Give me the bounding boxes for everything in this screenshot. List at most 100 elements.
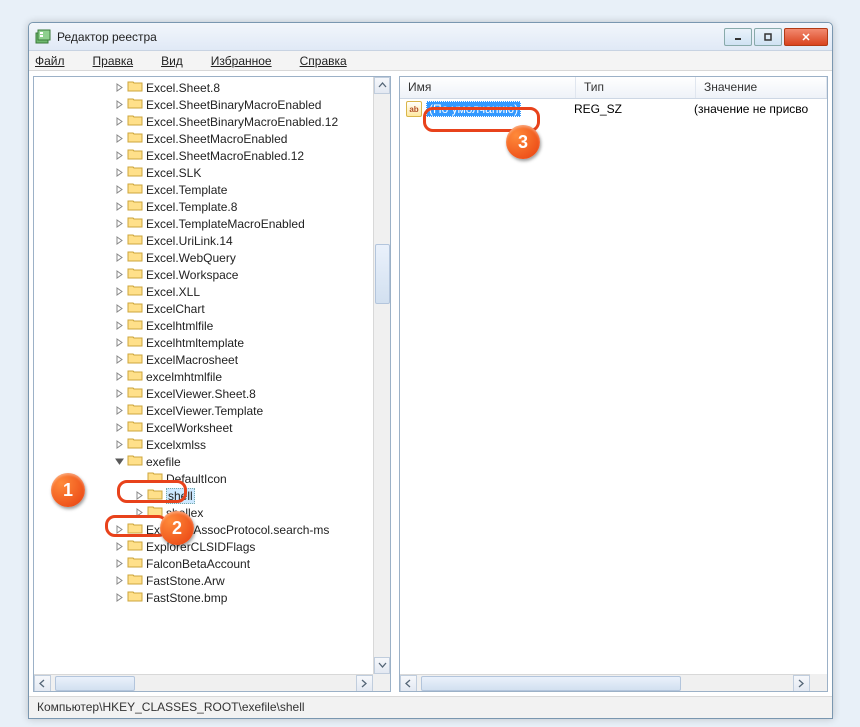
- tree-item[interactable]: Excel.SheetBinaryMacroEnabled: [34, 96, 373, 113]
- scroll-up-button[interactable]: [374, 77, 390, 94]
- expand-icon[interactable]: [114, 541, 125, 552]
- tree-item[interactable]: ExcelViewer.Template: [34, 402, 373, 419]
- tree-item[interactable]: ExcelViewer.Sheet.8: [34, 385, 373, 402]
- expand-icon[interactable]: [114, 405, 125, 416]
- folder-icon: [127, 385, 146, 402]
- expand-icon[interactable]: [114, 150, 125, 161]
- tree-item[interactable]: Explorer.AssocProtocol.search-ms: [34, 521, 373, 538]
- col-data[interactable]: Значение: [696, 77, 827, 98]
- hscroll-thumb[interactable]: [421, 676, 681, 691]
- menu-file[interactable]: Файл: [35, 54, 79, 68]
- expand-icon[interactable]: [114, 269, 125, 280]
- vscroll-thumb[interactable]: [375, 244, 390, 304]
- tree-label: shell: [166, 488, 195, 504]
- expand-icon[interactable]: [114, 201, 125, 212]
- scroll-right-button[interactable]: [793, 675, 810, 692]
- tree-label: Excel.Sheet.8: [146, 81, 220, 95]
- value-row-default[interactable]: ab (По умолчанию) REG_SZ (значение не пр…: [400, 99, 827, 119]
- close-button[interactable]: [784, 28, 828, 46]
- expand-icon[interactable]: [114, 558, 125, 569]
- col-name[interactable]: Имя: [400, 77, 576, 98]
- values-hscrollbar[interactable]: [400, 674, 810, 691]
- tree-item[interactable]: Excel.Template: [34, 181, 373, 198]
- collapse-icon[interactable]: [114, 456, 125, 467]
- values-list[interactable]: ab (По умолчанию) REG_SZ (значение не пр…: [400, 99, 827, 119]
- tree-item[interactable]: Excelhtmltemplate: [34, 334, 373, 351]
- tree-item[interactable]: exefile: [34, 453, 373, 470]
- folder-icon: [127, 130, 146, 147]
- expand-icon[interactable]: [134, 507, 145, 518]
- folder-icon: [127, 96, 146, 113]
- tree-item[interactable]: Excel.SheetMacroEnabled.12: [34, 147, 373, 164]
- tree-label: ExcelViewer.Template: [146, 404, 263, 418]
- scroll-left-button[interactable]: [400, 675, 417, 692]
- expand-icon[interactable]: [114, 592, 125, 603]
- minimize-button[interactable]: [724, 28, 752, 46]
- tree-item[interactable]: excelmhtmlfile: [34, 368, 373, 385]
- expand-icon[interactable]: [114, 133, 125, 144]
- tree-item[interactable]: FastStone.bmp: [34, 589, 373, 606]
- tree-item[interactable]: FalconBetaAccount: [34, 555, 373, 572]
- expand-icon[interactable]: [114, 235, 125, 246]
- tree-vscrollbar[interactable]: [373, 77, 390, 674]
- tree-item[interactable]: ExcelChart: [34, 300, 373, 317]
- expand-icon[interactable]: [114, 524, 125, 535]
- tree-item[interactable]: shellex: [34, 504, 373, 521]
- scroll-left-button[interactable]: [34, 675, 51, 692]
- expand-icon[interactable]: [114, 337, 125, 348]
- menu-help[interactable]: Справка: [300, 54, 361, 68]
- expand-icon[interactable]: [114, 303, 125, 314]
- tree-item[interactable]: Excel.WebQuery: [34, 249, 373, 266]
- tree-item[interactable]: Excel.Workspace: [34, 266, 373, 283]
- titlebar[interactable]: Редактор реестра: [29, 23, 832, 51]
- expand-icon[interactable]: [114, 116, 125, 127]
- menu-favorites[interactable]: Избранное: [211, 54, 286, 68]
- tree-item[interactable]: ExcelWorksheet: [34, 419, 373, 436]
- maximize-button[interactable]: [754, 28, 782, 46]
- tree-label: FalconBetaAccount: [146, 557, 250, 571]
- expand-icon[interactable]: [114, 99, 125, 110]
- scroll-right-button[interactable]: [356, 675, 373, 692]
- expand-icon[interactable]: [114, 439, 125, 450]
- tree-item[interactable]: Excel.SheetBinaryMacroEnabled.12: [34, 113, 373, 130]
- tree-item[interactable]: Excelxmlss: [34, 436, 373, 453]
- tree-item[interactable]: Excel.SheetMacroEnabled: [34, 130, 373, 147]
- registry-tree[interactable]: Excel.Sheet.8Excel.SheetBinaryMacroEnabl…: [34, 77, 373, 674]
- vscroll-track[interactable]: [374, 94, 390, 657]
- expand-icon[interactable]: [114, 575, 125, 586]
- menu-edit[interactable]: Правка: [93, 54, 148, 68]
- expand-icon[interactable]: [114, 82, 125, 93]
- tree-item[interactable]: Excel.Sheet.8: [34, 79, 373, 96]
- chevron-left-icon: [38, 679, 47, 688]
- tree-item[interactable]: ExcelMacrosheet: [34, 351, 373, 368]
- tree-item[interactable]: DefaultIcon: [34, 470, 373, 487]
- tree-item[interactable]: Excel.UriLink.14: [34, 232, 373, 249]
- tree-hscrollbar[interactable]: [34, 674, 373, 691]
- hscroll-track[interactable]: [417, 675, 793, 692]
- tree-item[interactable]: Excel.XLL: [34, 283, 373, 300]
- expand-icon[interactable]: [114, 167, 125, 178]
- folder-icon: [127, 79, 146, 96]
- scroll-down-button[interactable]: [374, 657, 390, 674]
- expand-icon[interactable]: [114, 388, 125, 399]
- expand-icon[interactable]: [114, 320, 125, 331]
- tree-item[interactable]: Excel.Template.8: [34, 198, 373, 215]
- expand-icon[interactable]: [114, 218, 125, 229]
- expand-icon[interactable]: [114, 252, 125, 263]
- expand-icon[interactable]: [134, 473, 145, 484]
- expand-icon[interactable]: [114, 354, 125, 365]
- menu-view[interactable]: Вид: [161, 54, 197, 68]
- hscroll-thumb[interactable]: [55, 676, 135, 691]
- hscroll-track[interactable]: [51, 675, 356, 692]
- col-type[interactable]: Тип: [576, 77, 696, 98]
- tree-item[interactable]: Excel.SLK: [34, 164, 373, 181]
- tree-item[interactable]: Excelhtmlfile: [34, 317, 373, 334]
- expand-icon[interactable]: [114, 286, 125, 297]
- expand-icon[interactable]: [114, 422, 125, 433]
- expand-icon[interactable]: [114, 184, 125, 195]
- tree-item[interactable]: ExplorerCLSIDFlags: [34, 538, 373, 555]
- tree-item[interactable]: FastStone.Arw: [34, 572, 373, 589]
- tree-item[interactable]: Excel.TemplateMacroEnabled: [34, 215, 373, 232]
- expand-icon[interactable]: [114, 371, 125, 382]
- expand-icon[interactable]: [134, 490, 145, 501]
